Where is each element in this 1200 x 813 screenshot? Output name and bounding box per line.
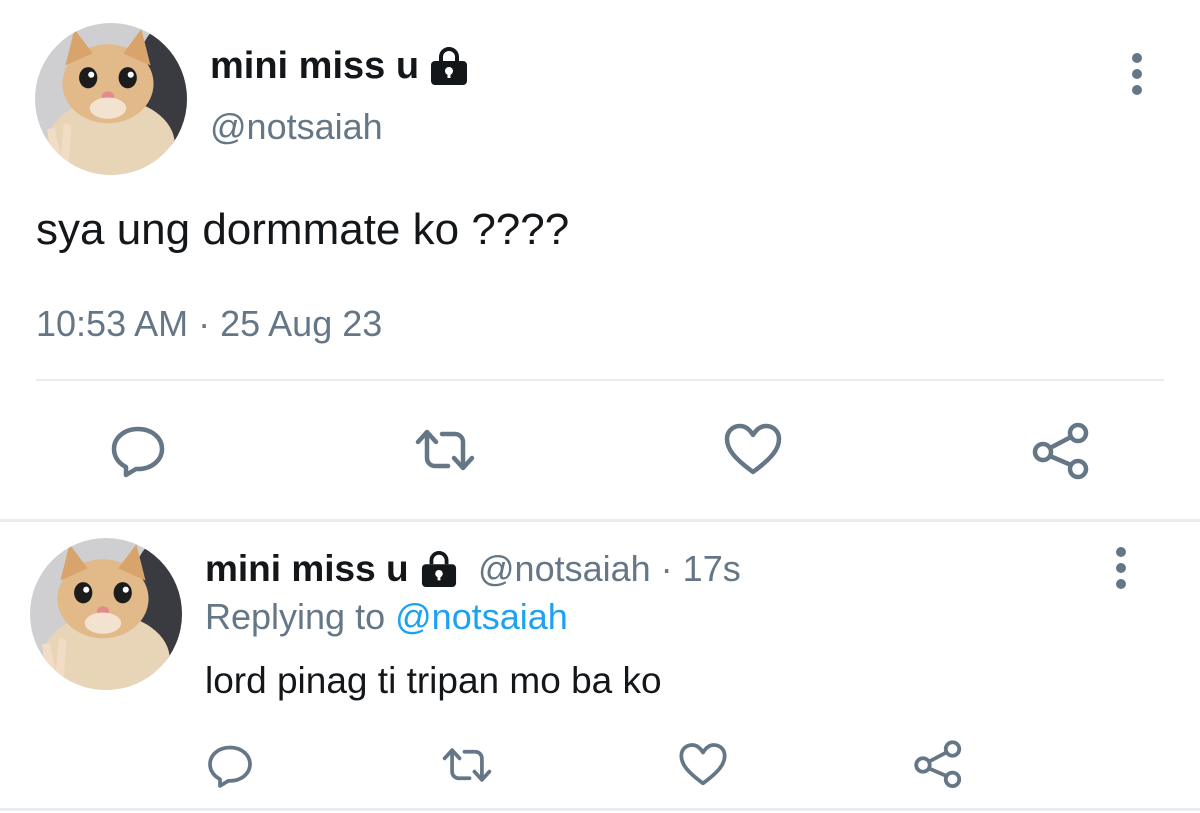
avatar[interactable] [35, 23, 187, 175]
section-divider [0, 519, 1200, 522]
tweet-thread: mini miss u @notsaiah sya ung dormmate k… [0, 0, 1200, 813]
retweet-button[interactable] [438, 740, 496, 790]
reply-button[interactable] [205, 740, 255, 790]
section-divider [0, 808, 1200, 811]
tweet-text: sya ung dormmate ko ???? [36, 205, 570, 254]
reply-icon [108, 420, 168, 480]
lock-icon [419, 551, 459, 587]
reply-meta: @notsaiah · 17s [478, 548, 741, 590]
avatar[interactable] [30, 538, 182, 690]
like-button[interactable] [677, 740, 729, 790]
share-button[interactable] [1030, 420, 1094, 484]
display-name[interactable]: mini miss u [205, 546, 459, 592]
display-name[interactable]: mini miss u [210, 42, 469, 90]
divider [36, 379, 1164, 381]
like-icon [722, 420, 784, 480]
more-options-icon[interactable] [1122, 50, 1152, 98]
like-button[interactable] [722, 420, 784, 480]
replying-to: Replying to @notsaiah [205, 596, 568, 638]
more-options-icon[interactable] [1106, 544, 1136, 592]
retweet-icon [410, 420, 480, 480]
lock-icon [429, 47, 469, 85]
share-icon [1030, 420, 1094, 484]
tweet-timestamp[interactable]: 10:53 AM · 25 Aug 23 [36, 303, 382, 345]
like-icon [677, 740, 729, 790]
relative-time[interactable]: 17s [683, 548, 741, 589]
handle[interactable]: @notsaiah [478, 548, 651, 589]
reply-icon [205, 740, 255, 790]
tweet-text: lord pinag ti tripan mo ba ko [205, 660, 662, 701]
display-name-text: mini miss u [205, 548, 409, 589]
retweet-button[interactable] [410, 420, 480, 480]
mention-link[interactable]: @notsaiah [395, 596, 568, 637]
handle[interactable]: @notsaiah [210, 106, 383, 148]
share-button[interactable] [912, 738, 966, 792]
display-name-text: mini miss u [210, 44, 420, 87]
meta-separator: · [660, 548, 683, 589]
reply-button[interactable] [108, 420, 168, 480]
retweet-icon [438, 740, 496, 790]
share-icon [912, 738, 966, 792]
replying-to-label: Replying to [205, 596, 386, 637]
